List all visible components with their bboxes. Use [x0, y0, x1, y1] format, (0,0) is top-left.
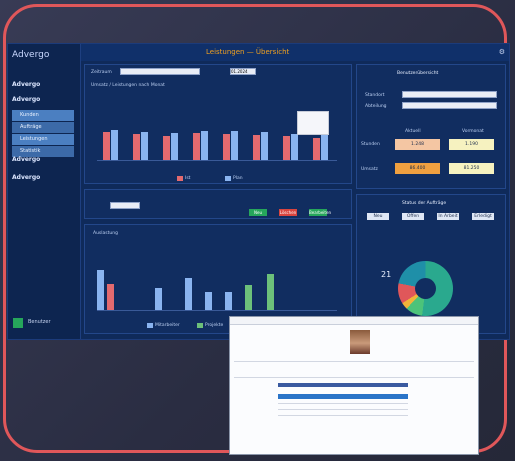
- bar: [141, 132, 148, 160]
- settings-icon[interactable]: ⚙: [499, 48, 505, 56]
- sidebar-item[interactable]: Advergo: [12, 174, 40, 181]
- bar: [291, 134, 298, 160]
- location-select[interactable]: [402, 91, 497, 98]
- bar: [155, 288, 162, 310]
- bar: [225, 292, 232, 310]
- legend-swatch: [197, 323, 203, 328]
- grid-header: [278, 383, 408, 387]
- legend-label: Projekte: [205, 323, 224, 328]
- chart-title: Umsatz / Leistungen nach Monat: [91, 83, 165, 88]
- row-label: Stunden: [361, 142, 380, 147]
- panel-title: Benutzerübersicht: [397, 71, 439, 76]
- col-head: Vormonat: [462, 129, 484, 134]
- bar: [253, 135, 260, 160]
- bar: [111, 130, 118, 160]
- delete-button[interactable]: Löschen: [279, 209, 297, 216]
- filter-label: Zeitraum: [91, 70, 112, 75]
- sidebar-item[interactable]: Advergo: [12, 81, 40, 88]
- value-cell: 81.250: [449, 163, 494, 174]
- status-tile[interactable]: Offen: [402, 213, 424, 220]
- chart-title: Auslastung: [93, 231, 118, 236]
- divider: [234, 361, 474, 362]
- bar: [223, 134, 230, 160]
- overlay-toolbar: [230, 317, 478, 325]
- page-title: Leistungen — Übersicht: [206, 48, 290, 56]
- sidebar-item[interactable]: Advergo: [12, 156, 40, 163]
- user-label: Benutzer: [28, 319, 51, 325]
- value-cell: 1.248: [395, 139, 440, 150]
- dashboard-window: Advergo Advergo Advergo Kunden Aufträge …: [7, 43, 510, 340]
- sidebar-subitem[interactable]: Kunden: [12, 110, 74, 121]
- legend-swatch-ist: [177, 176, 183, 181]
- donut-hole: [415, 278, 436, 299]
- field-label: Abteilung: [365, 104, 387, 109]
- new-button[interactable]: Neu: [249, 209, 267, 216]
- date-field[interactable]: 01.2024: [230, 68, 256, 75]
- bar: [231, 131, 238, 160]
- control-strip: Neu Löschen Bearbeiten: [84, 189, 352, 219]
- bar: [103, 132, 110, 160]
- person-photo: [350, 330, 370, 354]
- sidebar-subitem-active[interactable]: Leistungen: [12, 134, 74, 145]
- row-label: Umsatz: [361, 167, 378, 172]
- sidebar-subitem[interactable]: Aufträge: [12, 122, 74, 133]
- center-value: 21: [381, 270, 392, 279]
- user-avatar[interactable]: [13, 318, 23, 328]
- divider: [234, 377, 474, 378]
- bar: [163, 136, 170, 160]
- value-cell: 1.190: [449, 139, 494, 150]
- panel-title: Status der Aufträge: [402, 201, 447, 206]
- tooltip: [297, 111, 329, 135]
- bar: [201, 131, 208, 160]
- bar: [133, 134, 140, 160]
- legend-swatch: [147, 323, 153, 328]
- status-tile[interactable]: Neu: [367, 213, 389, 220]
- legend-label: Mitarbeiter: [155, 323, 180, 328]
- bar: [267, 274, 274, 310]
- bar: [245, 285, 252, 310]
- bar: [321, 134, 328, 160]
- bar: [171, 133, 178, 160]
- right-summary-panel: Benutzerübersicht Standort Abteilung Akt…: [356, 64, 506, 189]
- sidebar-item[interactable]: Advergo: [12, 96, 40, 103]
- divider: [278, 403, 408, 404]
- value-cell: 86.400: [395, 163, 440, 174]
- bar: [283, 136, 290, 160]
- selected-row[interactable]: [278, 394, 408, 399]
- edit-button[interactable]: Bearbeiten: [309, 209, 331, 216]
- field-label: Standort: [365, 93, 385, 98]
- divider: [278, 415, 408, 416]
- col-head: Aktuell: [405, 129, 421, 134]
- x-axis: [97, 160, 337, 161]
- bar: [261, 132, 268, 160]
- sidebar: Advergo Advergo Advergo Kunden Aufträge …: [8, 44, 81, 339]
- bar: [193, 133, 200, 160]
- filter-input[interactable]: [120, 68, 200, 75]
- legend-swatch-plan: [225, 176, 231, 181]
- bar: [107, 284, 114, 310]
- chart-panel-top: Zeitraum 01.2024 Umsatz / Leistungen nac…: [84, 64, 352, 184]
- bar: [185, 278, 192, 310]
- bar: [313, 138, 320, 160]
- status-tile[interactable]: In Arbeit: [437, 213, 459, 220]
- legend-label: Ist: [185, 176, 191, 181]
- bar: [97, 270, 104, 310]
- divider: [278, 409, 408, 410]
- overlay-screenshot: [229, 316, 479, 455]
- x-axis: [97, 310, 337, 311]
- app-logo: Advergo: [12, 50, 50, 60]
- legend-label: Plan: [233, 176, 243, 181]
- top-bar: Leistungen — Übersicht ⚙: [81, 44, 509, 61]
- period-select[interactable]: [110, 202, 140, 209]
- bar: [205, 292, 212, 310]
- department-select[interactable]: [402, 102, 497, 109]
- status-tile[interactable]: Erledigt: [472, 213, 494, 220]
